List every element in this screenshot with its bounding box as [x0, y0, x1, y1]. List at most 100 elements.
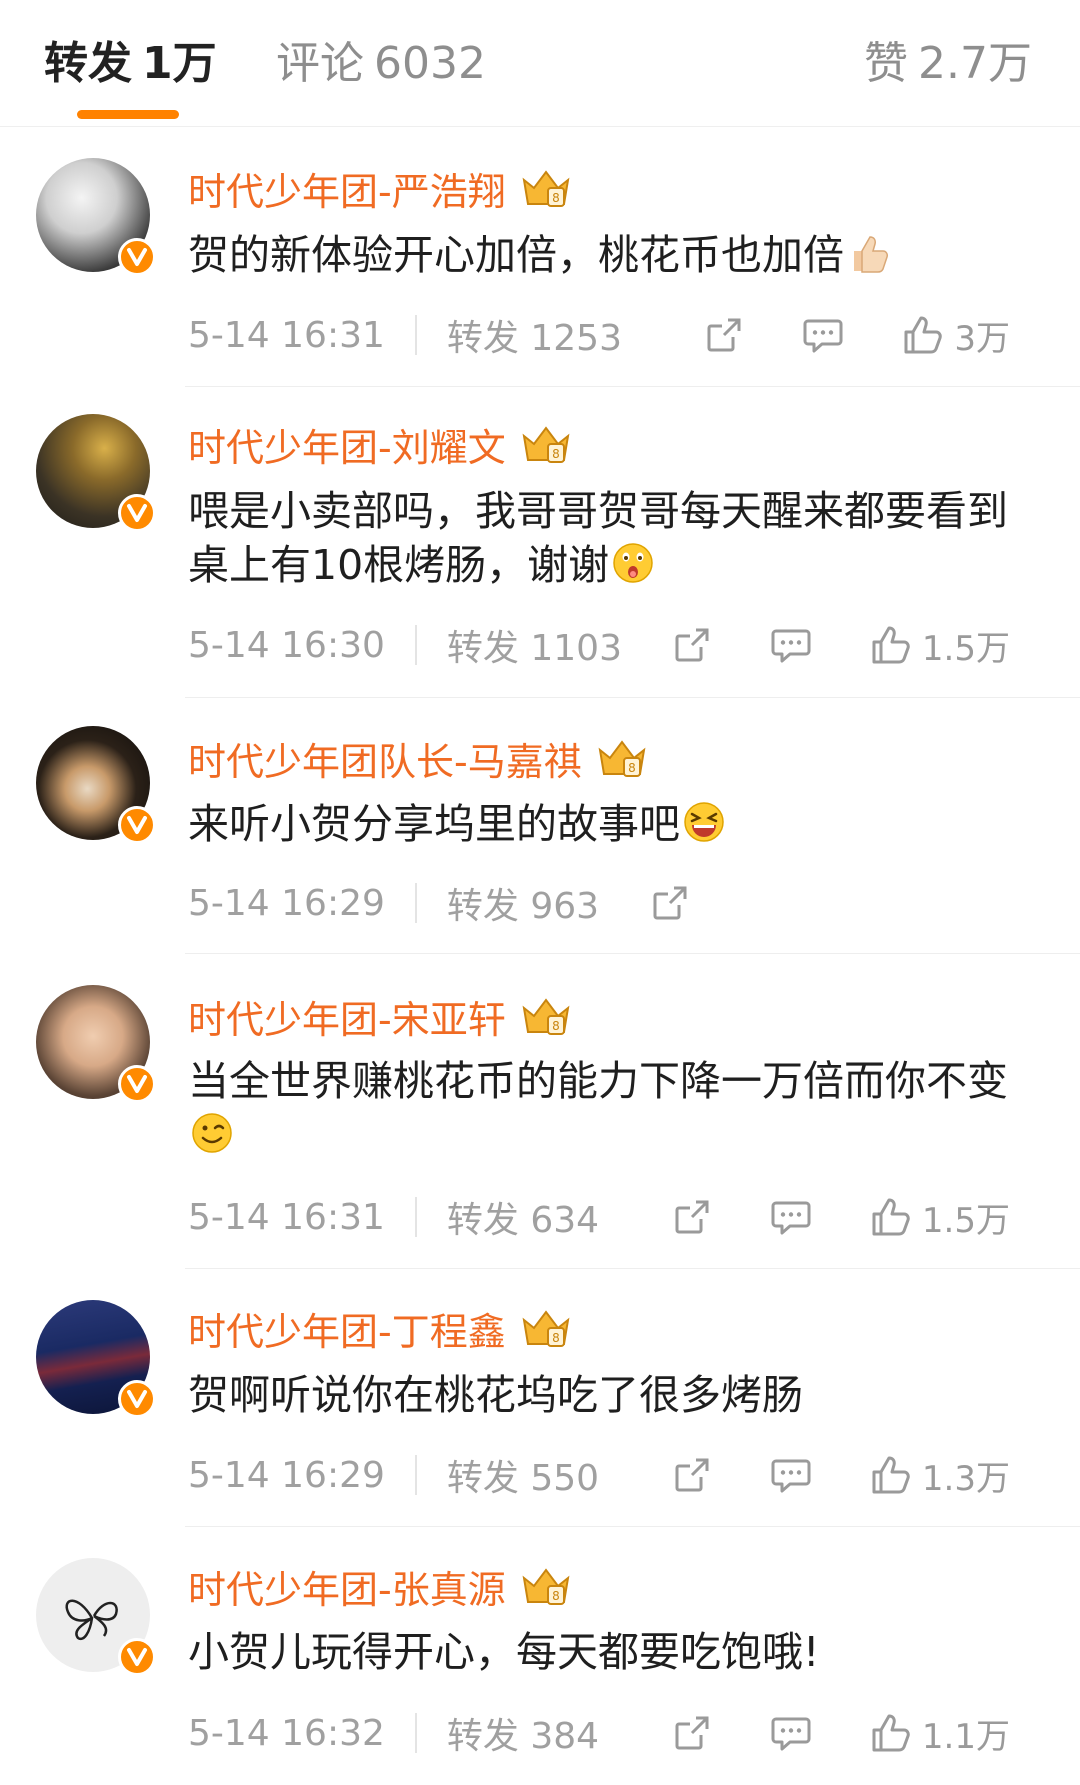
comment-text: 来听小贺分享坞里的故事吧	[188, 797, 1048, 851]
meta-separator	[414, 883, 417, 923]
comment-icon	[771, 1717, 811, 1751]
divider	[185, 1268, 1080, 1269]
repost-count: 转发 1103	[446, 628, 622, 669]
like-button[interactable]: 1.3万	[870, 1451, 1010, 1500]
repost-count: 转发 963	[446, 886, 600, 927]
tab-repost-label: 转发	[44, 38, 132, 89]
comment-text-body: 贺啊听说你在桃花坞吃了很多烤肠	[188, 1371, 803, 1419]
svg-text:8: 8	[552, 1331, 560, 1345]
comment-icon	[771, 1459, 811, 1493]
share-button[interactable]	[672, 1455, 712, 1495]
avatar[interactable]	[36, 158, 156, 276]
comment-text: 小贺儿玩得开心，每天都要吃饱哦!	[188, 1625, 1048, 1679]
comment-time: 5-14 16:32	[188, 1712, 385, 1754]
divider	[185, 697, 1080, 698]
user-name[interactable]: 时代少年团-张真源	[188, 1559, 506, 1614]
like-count: 1.5万	[921, 628, 1010, 669]
verified-badge-icon	[118, 494, 156, 532]
tab-comment[interactable]: 评论 6032	[276, 34, 486, 94]
thumbs-up-icon	[872, 1456, 910, 1494]
share-icon	[675, 628, 709, 662]
like-count: 3万	[954, 318, 1010, 359]
verified-badge-icon	[118, 238, 156, 276]
svg-text:8: 8	[628, 761, 636, 775]
share-button[interactable]	[650, 883, 690, 923]
crown-badge-icon: 8	[598, 740, 646, 777]
divider	[185, 386, 1080, 387]
tab-repost[interactable]: 转发 1万	[44, 34, 217, 94]
wink-face-emoji-icon	[192, 1113, 232, 1153]
comment-button[interactable]	[770, 1455, 812, 1495]
crown-badge-icon: 8	[522, 1568, 570, 1605]
share-icon	[707, 318, 741, 352]
share-button[interactable]	[672, 1197, 712, 1237]
like-count: 1.5万	[921, 1200, 1010, 1241]
like-button[interactable]: 1.1万	[870, 1709, 1010, 1758]
share-button[interactable]	[672, 625, 712, 665]
avatar[interactable]	[36, 1558, 156, 1676]
active-tab-indicator	[77, 110, 179, 119]
meta-separator	[414, 1197, 417, 1237]
crown-badge-icon: 8	[522, 1310, 570, 1347]
comment-icon	[803, 319, 843, 353]
like-count: 1.1万	[921, 1716, 1010, 1757]
avatar[interactable]	[36, 1300, 156, 1418]
tab-like[interactable]: 赞 2.7万	[864, 34, 1032, 94]
like-button[interactable]: 3万	[902, 311, 1010, 360]
share-icon	[675, 1716, 709, 1750]
avatar[interactable]	[36, 726, 156, 844]
comment-button[interactable]	[802, 315, 844, 355]
comment-text-body: 来听小贺分享坞里的故事吧	[188, 800, 680, 848]
share-button[interactable]	[704, 315, 744, 355]
verified-badge-icon	[118, 1638, 156, 1676]
tab-bar: 转发 1万 评论 6032 赞 2.7万	[0, 0, 1080, 127]
divider	[185, 953, 1080, 954]
thumbs-up-emoji-icon	[854, 236, 888, 273]
like-count: 1.3万	[921, 1458, 1010, 1499]
user-name[interactable]: 时代少年团-丁程鑫	[188, 1301, 506, 1356]
comment-time: 5-14 16:31	[188, 314, 385, 356]
svg-text:8: 8	[552, 1589, 560, 1603]
tab-repost-count: 1万	[142, 38, 217, 89]
divider	[185, 1526, 1080, 1527]
meta-separator	[414, 625, 417, 665]
tab-like-label: 赞	[864, 38, 909, 89]
user-name[interactable]: 时代少年团-刘耀文	[188, 417, 506, 472]
comment-text: 喂是小卖部吗，我哥哥贺哥每天醒来都要看到桌上有10根烤肠，谢谢	[188, 484, 1048, 592]
svg-text:8: 8	[552, 1019, 560, 1033]
comment-text: 当全世界赚桃花币的能力下降一万倍而你不变	[188, 1054, 1048, 1162]
crown-badge-icon: 8	[522, 998, 570, 1035]
butterfly-logo-icon	[65, 1599, 118, 1641]
user-name[interactable]: 时代少年团队长-马嘉祺	[188, 731, 582, 786]
repost-count: 转发 384	[446, 1716, 600, 1757]
comment-text: 贺的新体验开心加倍，桃花币也加倍	[188, 228, 1048, 282]
avatar[interactable]	[36, 414, 156, 532]
meta-separator	[414, 1455, 417, 1495]
surprised-face-emoji-icon	[613, 543, 653, 583]
share-icon	[675, 1200, 709, 1234]
meta-separator	[414, 1713, 417, 1753]
share-button[interactable]	[672, 1713, 712, 1753]
like-button[interactable]: 1.5万	[870, 1193, 1010, 1242]
comment-button[interactable]	[770, 625, 812, 665]
tab-like-count: 2.7万	[918, 38, 1032, 89]
tab-comment-count: 6032	[374, 38, 486, 89]
comment-time: 5-14 16:31	[188, 1196, 385, 1238]
repost-count: 转发 1253	[446, 318, 622, 359]
comment-icon	[771, 1201, 811, 1235]
comment-button[interactable]	[770, 1197, 812, 1237]
svg-text:8: 8	[552, 447, 560, 461]
avatar[interactable]	[36, 985, 156, 1103]
like-button[interactable]: 1.5万	[870, 621, 1010, 670]
comment-time: 5-14 16:29	[188, 1454, 385, 1496]
comment-text: 贺啊听说你在桃花坞吃了很多烤肠	[188, 1368, 1048, 1422]
verified-badge-icon	[118, 1380, 156, 1418]
user-name[interactable]: 时代少年团-宋亚轩	[188, 989, 506, 1044]
comment-text-body: 当全世界赚桃花币的能力下降一万倍而你不变	[188, 1057, 1008, 1105]
user-name[interactable]: 时代少年团-严浩翔	[188, 161, 506, 216]
repost-count: 转发 550	[446, 1458, 600, 1499]
comment-button[interactable]	[770, 1713, 812, 1753]
thumbs-up-icon	[904, 316, 943, 354]
comment-text-body: 贺的新体验开心加倍，桃花币也加倍	[188, 231, 844, 279]
comment-text-body: 喂是小卖部吗，我哥哥贺哥每天醒来都要看到桌上有10根烤肠，谢谢	[188, 487, 1008, 589]
